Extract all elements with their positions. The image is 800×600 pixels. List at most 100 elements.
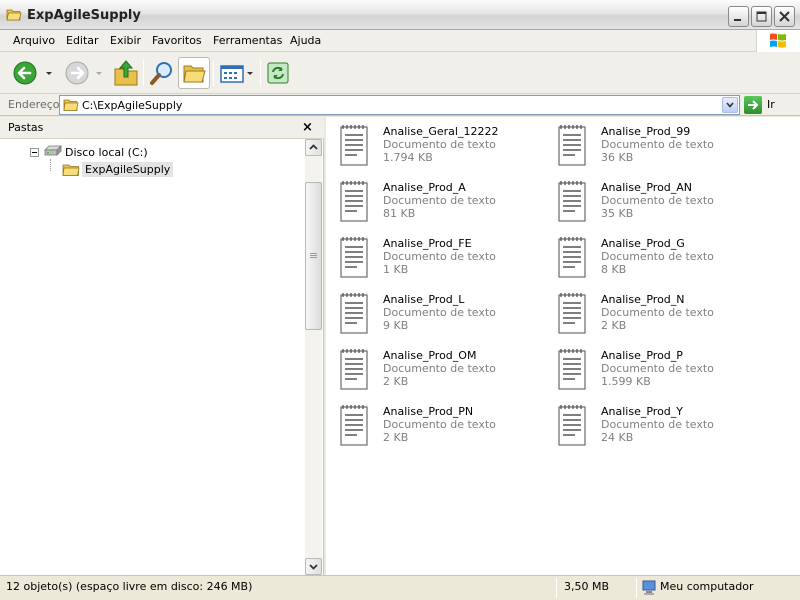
- folders-button[interactable]: [178, 57, 210, 89]
- file-item[interactable]: Analise_Prod_99 Documento de texto 36 KB: [544, 117, 754, 169]
- file-size: 2 KB: [383, 431, 409, 444]
- file-name: Analise_Prod_FE: [383, 237, 472, 250]
- menu-bar: Arquivo Editar Exibir Favoritos Ferramen…: [0, 30, 800, 52]
- close-button[interactable]: [774, 6, 795, 27]
- back-button[interactable]: [10, 57, 54, 89]
- text-document-icon: [338, 179, 370, 226]
- back-icon: [13, 61, 52, 85]
- forward-button[interactable]: [62, 57, 106, 89]
- text-document-icon: [338, 291, 370, 338]
- tree-item-folder[interactable]: ExpAgileSupply: [82, 162, 174, 177]
- folders-pane-header: Pastas ×: [0, 117, 324, 139]
- file-size: 36 KB: [601, 151, 634, 164]
- address-dropdown-button[interactable]: [722, 97, 738, 113]
- grip-line: [310, 253, 317, 254]
- menu-favoritos[interactable]: Favoritos: [152, 34, 202, 47]
- address-value: C:\ExpAgileSupply: [82, 99, 183, 112]
- toolbar-separator: [143, 60, 144, 86]
- menu-exibir[interactable]: Exibir: [110, 34, 141, 47]
- file-type: Documento de texto: [383, 306, 496, 319]
- grip-line: [310, 257, 317, 258]
- menu-ajuda[interactable]: Ajuda: [290, 34, 321, 47]
- file-item[interactable]: Analise_Prod_G Documento de texto 8 KB: [544, 229, 754, 281]
- file-item[interactable]: Analise_Prod_FE Documento de texto 1 KB: [326, 229, 536, 281]
- windows-flag-icon: [770, 33, 786, 48]
- status-location: Meu computador: [660, 580, 754, 593]
- toolbar-separator: [260, 60, 261, 86]
- views-button[interactable]: [218, 57, 256, 89]
- collapse-icon[interactable]: [30, 148, 39, 157]
- go-label[interactable]: Ir: [767, 98, 775, 111]
- scroll-up-button[interactable]: [305, 139, 322, 156]
- minimize-button[interactable]: [728, 6, 749, 27]
- sync-button[interactable]: [264, 57, 294, 89]
- text-document-icon: [338, 123, 370, 170]
- file-name: Analise_Geral_12222: [383, 125, 499, 138]
- tree-item-drive[interactable]: Disco local (C:): [65, 146, 148, 159]
- toolbar: [0, 52, 800, 94]
- up-folder-button[interactable]: [112, 57, 140, 89]
- tree-connector: [50, 159, 51, 171]
- file-type: Documento de texto: [383, 250, 496, 263]
- menu-arquivo[interactable]: Arquivo: [13, 34, 55, 47]
- folder-icon: [62, 164, 80, 176]
- status-total-size: 3,50 MB: [564, 580, 610, 593]
- address-input[interactable]: C:\ExpAgileSupply: [59, 95, 740, 115]
- menu-ferramentas[interactable]: Ferramentas: [213, 34, 282, 47]
- address-label: Endereço: [8, 98, 60, 111]
- search-icon: [150, 62, 172, 85]
- files-pane: Analise_Geral_12222 Documento de texto 1.7…: [326, 117, 800, 575]
- text-document-icon: [556, 403, 588, 450]
- scroll-thumb[interactable]: [305, 182, 322, 330]
- text-document-icon: [556, 291, 588, 338]
- file-item[interactable]: Analise_Prod_N Documento de texto 2 KB: [544, 285, 754, 337]
- close-icon: [779, 11, 790, 22]
- file-size: 8 KB: [601, 263, 627, 276]
- chevron-down-icon: [309, 564, 318, 570]
- computer-icon: [642, 580, 656, 595]
- file-size: 1.599 KB: [601, 375, 651, 388]
- file-size: 81 KB: [383, 207, 416, 220]
- folder-tree: Disco local (C:) ExpAgileSupply: [0, 139, 305, 575]
- file-name: Analise_Prod_L: [383, 293, 465, 306]
- file-name: Analise_Prod_OM: [383, 349, 477, 362]
- file-item[interactable]: Analise_Prod_P Documento de texto 1.599 KB: [544, 341, 754, 393]
- close-icon[interactable]: ×: [302, 120, 313, 135]
- file-item[interactable]: Analise_Prod_Y Documento de texto 24 KB: [544, 397, 754, 449]
- text-document-icon: [338, 347, 370, 394]
- up-folder-icon: [114, 60, 138, 86]
- file-size: 2 KB: [383, 375, 409, 388]
- go-button[interactable]: [744, 96, 762, 114]
- minimize-icon: [734, 19, 741, 21]
- file-type: Documento de texto: [601, 306, 714, 319]
- go-arrow-icon: [748, 100, 759, 110]
- chevron-up-icon: [309, 144, 318, 150]
- text-document-icon: [338, 403, 370, 450]
- folders-pane-title: Pastas: [8, 121, 44, 134]
- file-size: 1.794 KB: [383, 151, 433, 164]
- address-bar: Endereço C:\ExpAgileSupply Ir: [0, 94, 800, 116]
- file-type: Documento de texto: [601, 362, 714, 375]
- file-type: Documento de texto: [383, 138, 496, 151]
- folder-open-icon: [6, 9, 22, 21]
- file-item[interactable]: Analise_Prod_PN Documento de texto 2 KB: [326, 397, 536, 449]
- file-type: Documento de texto: [601, 138, 714, 151]
- file-item[interactable]: Analise_Prod_OM Documento de texto 2 KB: [326, 341, 536, 393]
- forward-icon: [65, 61, 102, 85]
- folders-scrollbar[interactable]: [305, 139, 322, 575]
- file-item[interactable]: Analise_Prod_AN Documento de texto 35 KB: [544, 173, 754, 225]
- status-bar: 12 objeto(s) (espaço livre em disco: 246…: [0, 575, 800, 600]
- file-item[interactable]: Analise_Prod_A Documento de texto 81 KB: [326, 173, 536, 225]
- file-name: Analise_Prod_P: [601, 349, 683, 362]
- file-item[interactable]: Analise_Geral_12222 Documento de texto 1.7…: [326, 117, 536, 169]
- windows-logo: [756, 30, 800, 52]
- scroll-down-button[interactable]: [305, 558, 322, 575]
- file-size: 1 KB: [383, 263, 409, 276]
- search-button[interactable]: [148, 57, 176, 89]
- text-document-icon: [556, 235, 588, 282]
- file-type: Documento de texto: [383, 194, 496, 207]
- menu-editar[interactable]: Editar: [66, 34, 99, 47]
- file-item[interactable]: Analise_Prod_L Documento de texto 9 KB: [326, 285, 536, 337]
- toolbar-separator: [213, 60, 214, 86]
- maximize-button[interactable]: [751, 6, 772, 27]
